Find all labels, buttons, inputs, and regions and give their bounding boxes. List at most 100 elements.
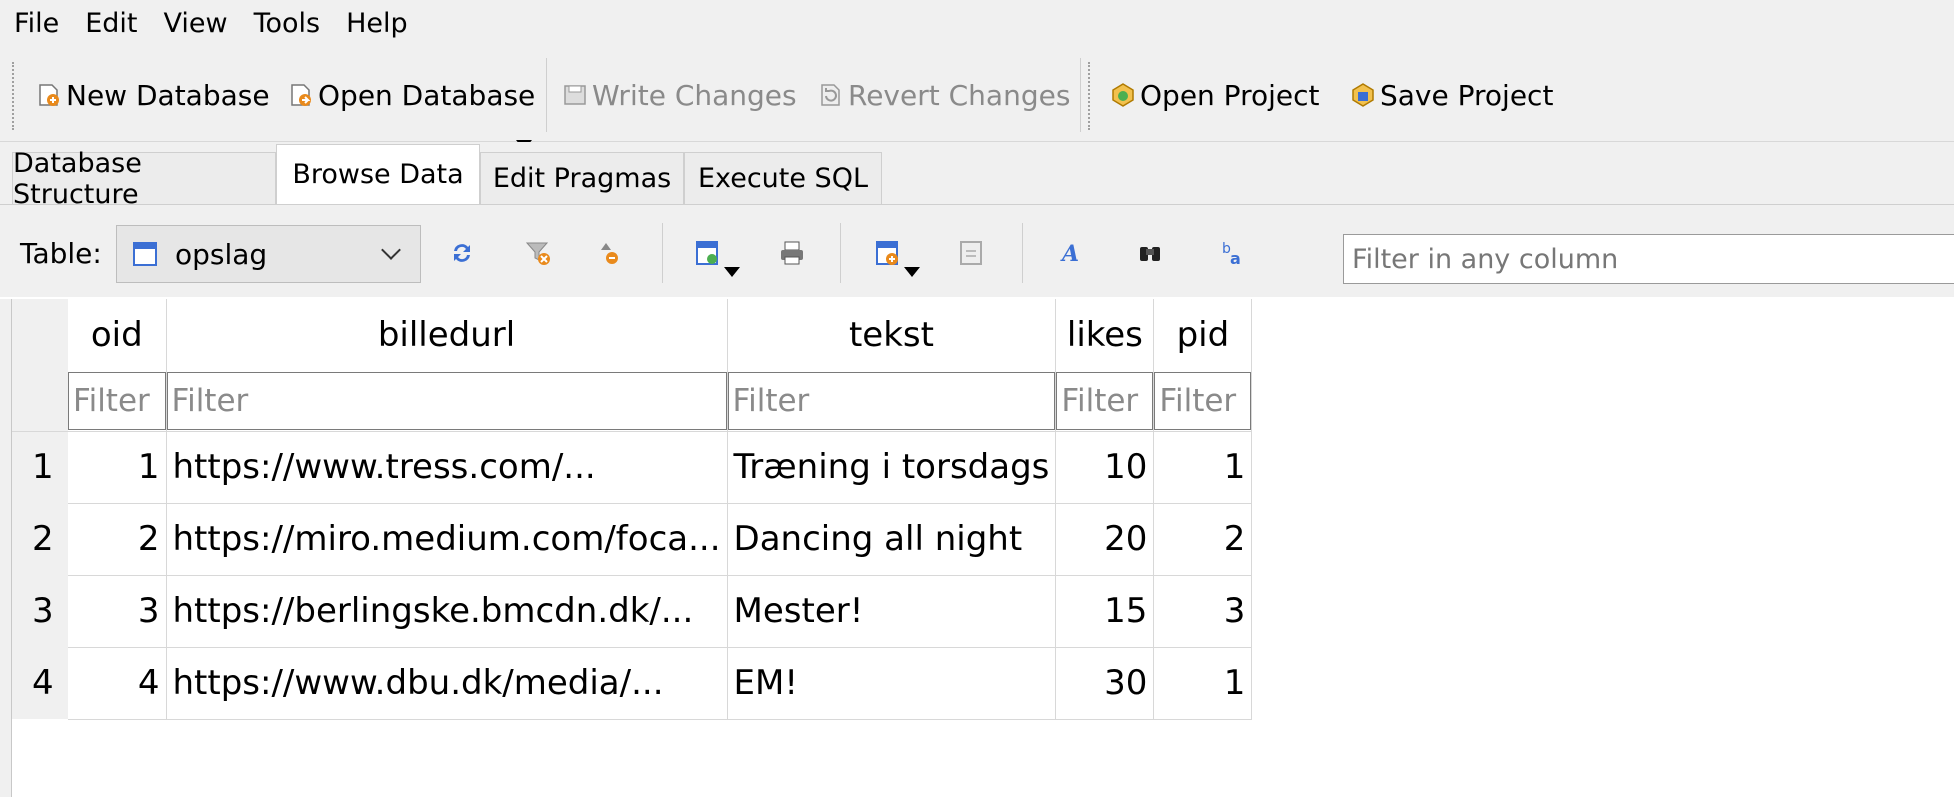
new-database-button[interactable]: New Database bbox=[36, 70, 270, 120]
filter-input-likes[interactable]: Filter bbox=[1056, 371, 1153, 430]
tab-database-structure[interactable]: Database Structure bbox=[12, 148, 276, 210]
column-header-oid[interactable]: oid bbox=[68, 299, 167, 371]
column-header-tekst[interactable]: tekst bbox=[727, 299, 1057, 371]
font-style-icon[interactable]: A bbox=[1060, 239, 1088, 267]
delete-record-icon[interactable] bbox=[958, 239, 986, 267]
menu-bar: File Edit View Tools Help bbox=[0, 0, 1954, 48]
row-header[interactable]: 1 bbox=[12, 431, 68, 503]
menu-edit[interactable]: Edit bbox=[85, 0, 137, 48]
cell-oid[interactable]: 2 bbox=[68, 503, 167, 576]
filter-row: Filter Filter Filter Filter Filter bbox=[12, 371, 1253, 432]
filter-cell-tekst[interactable]: Filter bbox=[727, 371, 1057, 432]
toolbar-separator bbox=[1022, 223, 1023, 283]
open-project-label: Open Project bbox=[1140, 78, 1320, 112]
cell-pid[interactable]: 1 bbox=[1153, 431, 1253, 504]
open-database-icon bbox=[288, 82, 314, 108]
write-changes-button[interactable]: Write Changes bbox=[562, 70, 797, 120]
revert-changes-icon bbox=[818, 82, 844, 108]
revert-changes-button[interactable]: Revert Changes bbox=[818, 70, 1070, 120]
browse-data-panel: Table: opslag A b a Filter in any column… bbox=[0, 204, 1954, 797]
filter-input-billedurl[interactable]: Filter bbox=[166, 371, 727, 430]
cell-oid[interactable]: 1 bbox=[68, 431, 167, 504]
insert-record-dropdown-arrow[interactable] bbox=[904, 267, 920, 277]
cell-likes[interactable]: 20 bbox=[1055, 503, 1155, 576]
find-icon[interactable] bbox=[1136, 239, 1164, 267]
tab-execute-sql[interactable]: Execute SQL bbox=[684, 152, 882, 204]
tab-edit-pragmas[interactable]: Edit Pragmas bbox=[480, 152, 684, 204]
main-tab-bar: Database Structure Browse Data Edit Prag… bbox=[0, 142, 1954, 210]
cell-billedurl[interactable]: https://berlingske.bmcdn.dk/... bbox=[166, 575, 728, 648]
column-header-likes[interactable]: likes bbox=[1055, 299, 1155, 371]
table-row[interactable]: 2 2 https://miro.medium.com/foca... Danc… bbox=[12, 503, 1253, 576]
cell-oid[interactable]: 4 bbox=[68, 647, 167, 720]
menu-view[interactable]: View bbox=[163, 0, 227, 48]
column-header-pid[interactable]: pid bbox=[1153, 299, 1253, 371]
data-grid: oid billedurl tekst likes pid Filter Fil… bbox=[0, 299, 1954, 797]
table-select-value: opslag bbox=[175, 237, 268, 271]
save-table-icon[interactable] bbox=[694, 239, 722, 267]
svg-text:A: A bbox=[1060, 241, 1079, 267]
write-changes-icon bbox=[562, 82, 588, 108]
save-table-dropdown-arrow[interactable] bbox=[724, 267, 740, 277]
cell-tekst[interactable]: Dancing all night bbox=[727, 503, 1057, 576]
sort-clear-icon[interactable] bbox=[596, 239, 624, 267]
toolbar-grip[interactable] bbox=[1088, 62, 1091, 130]
cell-pid[interactable]: 3 bbox=[1153, 575, 1253, 648]
row-header[interactable]: 2 bbox=[12, 503, 68, 575]
toolbar-grip[interactable] bbox=[12, 62, 15, 130]
column-header-billedurl[interactable]: billedurl bbox=[166, 299, 728, 371]
filter-cell-pid[interactable]: Filter bbox=[1153, 371, 1253, 432]
refresh-icon[interactable] bbox=[448, 239, 476, 267]
insert-record-icon[interactable] bbox=[874, 239, 902, 267]
cell-likes[interactable]: 10 bbox=[1055, 431, 1155, 504]
browse-toolbar: Table: opslag A b a Filter in any column bbox=[0, 205, 1954, 297]
row-header[interactable]: 4 bbox=[12, 647, 68, 719]
cell-billedurl[interactable]: https://www.dbu.dk/media/... bbox=[166, 647, 728, 720]
cell-oid[interactable]: 3 bbox=[68, 575, 167, 648]
open-database-button[interactable]: Open Database bbox=[288, 70, 535, 120]
table-row[interactable]: 4 4 https://www.dbu.dk/media/... EM! 30 … bbox=[12, 647, 1253, 720]
cell-likes[interactable]: 15 bbox=[1055, 575, 1155, 648]
tab-browse-data[interactable]: Browse Data bbox=[276, 144, 480, 204]
filter-cell-billedurl[interactable]: Filter bbox=[166, 371, 728, 432]
cell-pid[interactable]: 2 bbox=[1153, 503, 1253, 576]
table-select[interactable]: opslag bbox=[116, 225, 421, 283]
find-replace-icon[interactable]: ba bbox=[1220, 239, 1248, 268]
filter-input-pid[interactable]: Filter bbox=[1154, 371, 1251, 430]
cell-tekst[interactable]: Mester! bbox=[727, 575, 1057, 648]
table-row[interactable]: 1 1 https://www.tress.com/... Træning i … bbox=[12, 431, 1253, 504]
cell-tekst[interactable]: EM! bbox=[727, 647, 1057, 720]
table-label: Table: bbox=[20, 237, 102, 270]
print-icon[interactable] bbox=[778, 239, 806, 267]
open-project-button[interactable]: Open Project bbox=[1110, 70, 1319, 120]
filter-any-column-placeholder: Filter in any column bbox=[1352, 243, 1619, 275]
toolbar-separator bbox=[1080, 58, 1081, 132]
toolbar-separator bbox=[662, 223, 663, 283]
row-header[interactable]: 3 bbox=[12, 575, 68, 647]
write-changes-label: Write Changes bbox=[592, 78, 797, 112]
cell-tekst[interactable]: Træning i torsdags bbox=[727, 431, 1057, 504]
filter-any-column-input[interactable]: Filter in any column bbox=[1343, 234, 1954, 284]
cell-pid[interactable]: 1 bbox=[1153, 647, 1253, 720]
header-row: oid billedurl tekst likes pid bbox=[12, 299, 1253, 371]
cell-likes[interactable]: 30 bbox=[1055, 647, 1155, 720]
toolbar-separator bbox=[840, 223, 841, 283]
menu-help[interactable]: Help bbox=[346, 0, 408, 48]
table-row[interactable]: 3 3 https://berlingske.bmcdn.dk/... Mest… bbox=[12, 575, 1253, 648]
filter-input-tekst[interactable]: Filter bbox=[727, 371, 1055, 430]
save-project-button[interactable]: Save Project bbox=[1350, 70, 1553, 120]
cell-billedurl[interactable]: https://www.tress.com/... bbox=[166, 431, 728, 504]
new-database-label: New Database bbox=[66, 78, 270, 112]
toolbar-separator bbox=[546, 58, 547, 132]
new-database-icon bbox=[36, 82, 62, 108]
save-project-label: Save Project bbox=[1380, 78, 1554, 112]
table-icon bbox=[133, 242, 157, 266]
clear-filters-icon[interactable] bbox=[524, 239, 552, 267]
grid-left-edge bbox=[0, 299, 12, 797]
menu-tools[interactable]: Tools bbox=[254, 0, 321, 48]
filter-cell-likes[interactable]: Filter bbox=[1055, 371, 1155, 432]
menu-file[interactable]: File bbox=[14, 0, 59, 48]
filter-cell-oid[interactable]: Filter bbox=[68, 371, 167, 432]
cell-billedurl[interactable]: https://miro.medium.com/foca... bbox=[166, 503, 728, 576]
filter-input-oid[interactable]: Filter bbox=[68, 371, 165, 430]
